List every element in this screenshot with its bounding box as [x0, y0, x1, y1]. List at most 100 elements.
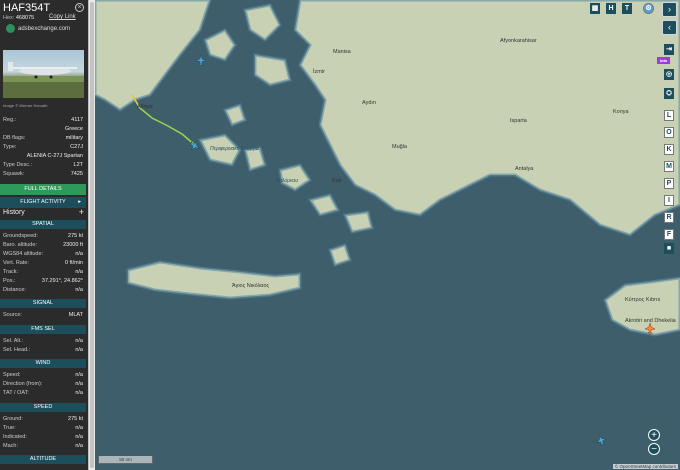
toggle-p-button[interactable]: P	[664, 178, 674, 189]
info-row: Direction (from): n/a	[3, 381, 83, 389]
toggle-l-button[interactable]: L	[664, 110, 674, 121]
info-value: C27J	[70, 144, 83, 150]
toggle-r-button[interactable]: R	[664, 212, 674, 223]
label-manisa: Manisa	[333, 49, 352, 55]
info-value: n/a	[75, 347, 83, 353]
label-agios-nikolaos: Άγιος Νικόλαος	[232, 282, 270, 289]
photo-credit: Image © Werner Horvath	[3, 103, 48, 108]
info-row: DB flags: military	[3, 135, 83, 143]
info-row: Sel. Alt.: n/a	[3, 338, 83, 346]
collapse-right-button[interactable]: ›	[662, 2, 677, 17]
info-row: Reg.: 4117	[3, 117, 83, 125]
login-icon: ⇥	[666, 46, 672, 53]
info-value: 7425	[70, 171, 83, 177]
toggle-f-button[interactable]: F	[664, 229, 674, 240]
scrollbar-thumb[interactable]	[90, 2, 94, 468]
person-button[interactable]: ⛭	[664, 88, 674, 99]
toggle-i-button[interactable]: I	[664, 195, 674, 206]
label-kykladon: Περιφερειακή Ενότητα	[210, 145, 259, 152]
map-view[interactable]: Manisa İzmir Afyonkarahisar Aydın Ispart…	[93, 0, 680, 470]
info-row: Source: MLAT	[3, 312, 83, 320]
history-header[interactable]: History +	[3, 207, 84, 217]
source-link[interactable]: adsbexchange.com	[6, 24, 70, 33]
section-altitude[interactable]: ALTITUDE	[0, 455, 86, 464]
info-value: n/a	[75, 443, 83, 449]
label-konya: Konya	[613, 109, 630, 115]
chevron-left-icon: ‹	[668, 22, 671, 32]
close-icon[interactable]: ×	[75, 3, 84, 12]
info-row: Type Desc.: L2T	[3, 162, 83, 170]
scale-bar: 50 nm	[98, 456, 153, 464]
info-key: Baro. altitude:	[3, 242, 37, 248]
gear-icon: ⚙	[645, 5, 652, 12]
expand-plus-icon[interactable]: +	[79, 207, 84, 217]
toggle-t-button[interactable]: T	[622, 3, 632, 14]
info-value: MLAT	[68, 312, 83, 318]
copy-link[interactable]: Copy Link	[49, 14, 76, 20]
info-key: Groundspeed:	[3, 233, 38, 239]
toggle-o-button[interactable]: O	[664, 127, 674, 138]
toggle-h-button[interactable]: H	[606, 3, 616, 14]
info-value: 275 kt	[68, 416, 83, 422]
section-signal[interactable]: SIGNAL	[0, 299, 86, 308]
info-row: True: n/a	[3, 425, 83, 433]
label-antalya: Antalya	[515, 166, 534, 172]
filter-button[interactable]: ◎	[664, 69, 674, 80]
info-value: 4117	[71, 117, 83, 123]
info-value: ALENIA C-27J Spartan	[26, 153, 83, 159]
toggle-k-button[interactable]: K	[664, 144, 674, 155]
sidebar-scrollbar[interactable]	[88, 0, 95, 470]
flight-activity-button[interactable]: FLIGHT ACTIVITY ▸	[0, 197, 86, 208]
source-text: adsbexchange.com	[18, 25, 71, 32]
layers-icon: ▦	[591, 5, 599, 12]
info-row: TAT / OAT: n/a	[3, 390, 83, 398]
info-key: Source:	[3, 312, 22, 318]
info-key: Squawk:	[3, 171, 25, 177]
info-row: Greece	[3, 126, 83, 134]
info-row: Sel. Head.: n/a	[3, 347, 83, 355]
full-details-button[interactable]: FULL DETAILS	[0, 184, 86, 195]
info-row: Squawk: 7425	[3, 171, 83, 179]
info-row: Distance: n/a	[3, 287, 83, 295]
info-value: 275 kt	[68, 233, 83, 239]
info-key: Type:	[3, 144, 17, 150]
map-attribution[interactable]: © OpenStreetMap contributors	[612, 464, 678, 469]
info-key: Type Desc.:	[3, 162, 33, 168]
label-athina: Αθήνα	[137, 103, 154, 110]
section-fms-sel[interactable]: FMS SEL	[0, 325, 86, 334]
info-key: DB flags:	[3, 135, 26, 141]
info-value: n/a	[75, 434, 83, 440]
info-key: TAT / OAT:	[3, 390, 29, 396]
zoom-out-button[interactable]: −	[648, 443, 660, 455]
info-key: Reg.:	[3, 117, 17, 123]
callsign: HAF354T	[3, 2, 51, 14]
zoom-in-button[interactable]: +	[648, 429, 660, 441]
label-mugla: Muğla	[392, 144, 408, 150]
map-canvas[interactable]: Manisa İzmir Afyonkarahisar Aydın Ispart…	[93, 0, 680, 470]
toggle-m-button[interactable]: M	[664, 161, 674, 172]
beta-badge[interactable]: beta	[657, 57, 670, 64]
chevron-right-icon: ›	[668, 4, 671, 14]
info-row: ALENIA C-27J Spartan	[3, 153, 83, 161]
login-button[interactable]: ⇥	[664, 44, 674, 55]
aircraft-photo[interactable]	[3, 50, 84, 98]
section-spatial[interactable]: SPATIAL	[0, 220, 86, 229]
collapse-left-button[interactable]: ‹	[662, 20, 677, 35]
label-izmir: İzmir	[313, 68, 325, 75]
aircraft-photo-image	[3, 62, 84, 98]
info-row: Track: n/a	[3, 269, 83, 277]
flight-activity-label: FLIGHT ACTIVITY	[20, 199, 66, 205]
settings-square-button[interactable]: ■	[664, 243, 674, 254]
hex-value: 468075	[15, 15, 35, 21]
layers-button[interactable]: ▦	[590, 3, 600, 14]
info-key: Sel. Alt.:	[3, 338, 24, 344]
info-key: Sel. Head.:	[3, 347, 31, 353]
info-key: Speed:	[3, 372, 21, 378]
section-wind[interactable]: WIND	[0, 359, 86, 368]
settings-button[interactable]: ⚙	[643, 3, 654, 14]
info-value: military	[65, 135, 83, 141]
section-speed[interactable]: SPEED	[0, 403, 86, 412]
label-kalimnos: Καλύμνου	[276, 177, 298, 184]
info-key: Vert. Rate:	[3, 260, 29, 266]
info-value: n/a	[75, 425, 83, 431]
